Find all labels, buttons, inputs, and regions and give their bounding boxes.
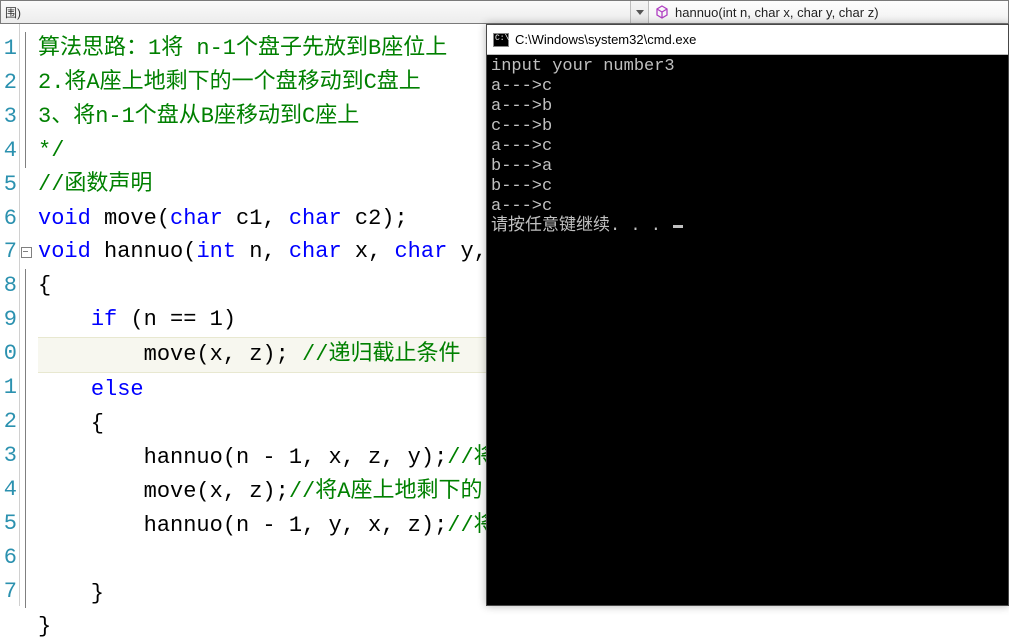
function-signature: hannuo(int n, char x, char y, char z)	[675, 5, 879, 20]
line-number: 7	[0, 575, 17, 609]
console-line: a--->c	[491, 197, 1004, 217]
line-number: 9	[0, 303, 17, 337]
console-titlebar[interactable]: C:\Windows\system32\cmd.exe	[487, 25, 1008, 55]
console-line: c--->b	[491, 117, 1004, 137]
line-number: 6	[0, 541, 17, 575]
code-line: {	[38, 411, 104, 436]
console-line: input your number3	[491, 57, 1004, 77]
console-line: b--->a	[491, 157, 1004, 177]
code-line: {	[38, 273, 51, 298]
console-line: a--->c	[491, 137, 1004, 157]
line-number: 2	[0, 66, 17, 100]
console-title-text: C:\Windows\system32\cmd.exe	[515, 32, 696, 47]
line-number: 4	[0, 134, 17, 168]
method-icon	[655, 5, 669, 19]
line-number: 0	[0, 337, 17, 371]
line-number: 2	[0, 405, 17, 439]
line-number: 3	[0, 439, 17, 473]
scope-dropdown-arrow[interactable]	[631, 1, 649, 23]
code-line: //函数声明	[38, 172, 152, 197]
console-line: a--->c	[491, 77, 1004, 97]
line-number: 6	[0, 202, 17, 236]
scope-dropdown[interactable]: 围)	[1, 1, 631, 23]
console-line: a--->b	[491, 97, 1004, 117]
line-number-gutter: 12345678901234567	[0, 24, 20, 606]
cursor	[673, 225, 683, 228]
code-line: */	[38, 138, 64, 163]
code-line: 2.将A座上地剩下的一个盘移动到C盘上	[38, 70, 421, 95]
line-number: 1	[0, 371, 17, 405]
code-line: }	[38, 614, 51, 639]
console-line: b--->c	[491, 177, 1004, 197]
line-number: 3	[0, 100, 17, 134]
fold-column	[20, 24, 34, 606]
cmd-console-window[interactable]: C:\Windows\system32\cmd.exe input your n…	[486, 24, 1009, 606]
chevron-down-icon	[636, 10, 644, 15]
line-number: 5	[0, 507, 17, 541]
scope-label: 围)	[5, 4, 21, 21]
line-number: 4	[0, 473, 17, 507]
console-output: input your number3a--->ca--->bc--->ba---…	[487, 55, 1008, 239]
code-line: }	[38, 581, 104, 606]
line-number: 5	[0, 168, 17, 202]
line-number: 7	[0, 235, 17, 269]
breadcrumb-bar: 围) hannuo(int n, char x, char y, char z)	[0, 0, 1009, 24]
line-number: 1	[0, 32, 17, 66]
line-number: 8	[0, 269, 17, 303]
code-line: 算法思路：1将 n-1个盘子先放到B座位上	[38, 36, 447, 61]
function-dropdown[interactable]: hannuo(int n, char x, char y, char z)	[649, 1, 1008, 23]
code-line: 3、将n-1个盘从B座移动到C座上	[38, 104, 359, 129]
cmd-icon	[493, 33, 509, 47]
console-line: 请按任意键继续. . .	[491, 217, 1004, 237]
